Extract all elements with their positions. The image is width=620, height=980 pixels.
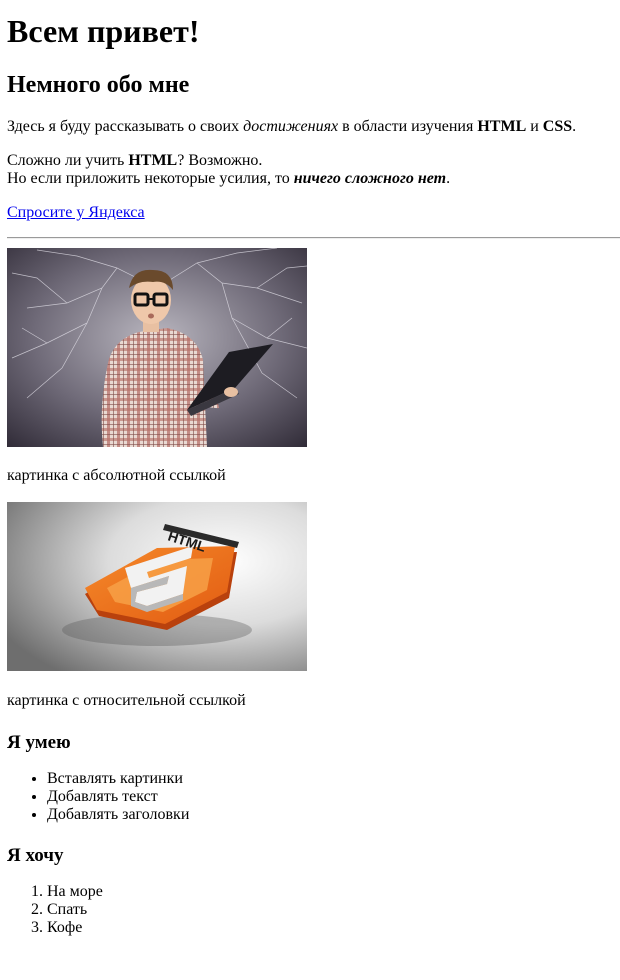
- list-item: Кофе: [47, 919, 620, 937]
- about-heading: Немного обо мне: [7, 72, 190, 98]
- intro-emphasis: достижениях: [243, 118, 339, 135]
- person-with-laptop-photo: [7, 248, 307, 447]
- difficulty-emphasis: ничего сложного нет: [293, 170, 447, 187]
- intro-text-3: и: [526, 118, 543, 135]
- caption-absolute: картинка с абсолютной ссылкой: [7, 467, 226, 484]
- difficulty-strong-html: HTML: [128, 152, 178, 169]
- intro-text-2: в области изучения: [338, 118, 478, 135]
- difficulty-strong-em: ничего сложного нет: [294, 170, 446, 187]
- intro-text-1: Здесь я буду рассказывать о своих: [7, 118, 244, 135]
- skills-heading: Я умею: [7, 732, 71, 753]
- page: Всем привет! Немного обо мне Здесь я буд…: [0, 13, 620, 937]
- list-item: Вставлять картинки: [47, 770, 620, 788]
- html5-logo-3d: HTML: [7, 502, 307, 671]
- difficulty-text-1: Сложно ли учить: [7, 152, 129, 169]
- intro-strong-html: HTML: [477, 118, 527, 135]
- page-title: Всем привет!: [7, 13, 200, 49]
- difficulty-paragraph: Сложно ли учить HTML? Возможно. Но если п…: [7, 152, 620, 188]
- list-item: Добавлять текст: [47, 788, 620, 806]
- photo-illustration: [7, 248, 307, 447]
- link-paragraph: Спросите у Яндекса: [7, 204, 620, 222]
- divider: [7, 237, 620, 239]
- list-item: Спать: [47, 901, 620, 919]
- html5-illustration: HTML: [7, 502, 307, 671]
- difficulty-text-3: Но если приложить некоторые усилия, то: [7, 170, 294, 187]
- intro-paragraph: Здесь я буду рассказывать о своих достиж…: [7, 118, 620, 136]
- intro-strong-css: CSS: [542, 118, 573, 135]
- list-item: На море: [47, 883, 620, 901]
- caption-relative: картинка с относительной ссылкой: [7, 692, 246, 709]
- yandex-link[interactable]: Спросите у Яндекса: [7, 204, 145, 221]
- skills-list: Вставлять картинки Добавлять текст Добав…: [7, 770, 620, 824]
- intro-text-4: .: [572, 118, 577, 135]
- list-item: Добавлять заголовки: [47, 806, 620, 824]
- wants-heading: Я хочу: [7, 845, 64, 866]
- difficulty-text-2: ? Возможно.: [177, 152, 263, 169]
- wants-list: На море Спать Кофе: [7, 883, 620, 937]
- difficulty-text-4: .: [446, 170, 451, 187]
